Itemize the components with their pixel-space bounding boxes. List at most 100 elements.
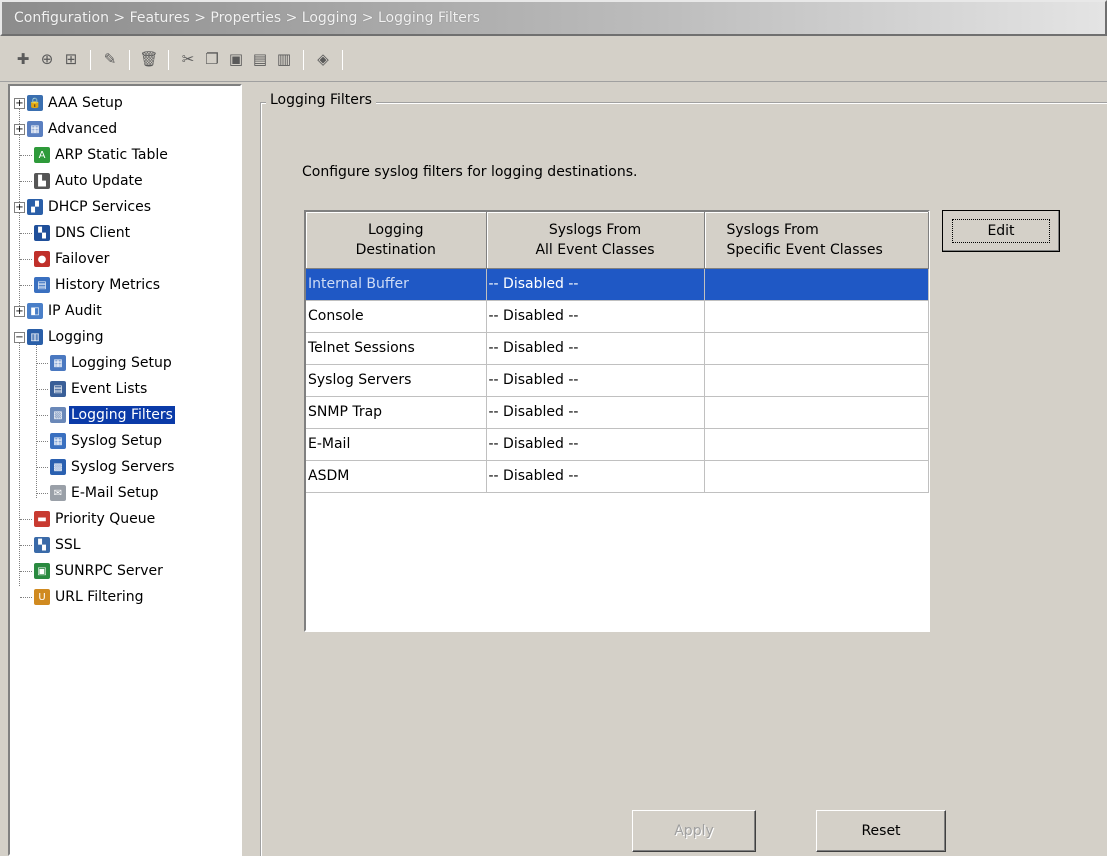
auto-update-icon: ▙ — [34, 173, 50, 189]
all-event-classes-cell: -- Disabled -- — [486, 300, 705, 333]
table-row[interactable]: Telnet Sessions -- Disabled -- — [306, 332, 929, 365]
expand-icon[interactable]: + — [14, 201, 25, 213]
find-icon[interactable]: ◈ — [312, 48, 334, 72]
specific-event-classes-cell — [704, 364, 929, 397]
tree-item-ip-audit[interactable]: + ◧ IP Audit — [14, 298, 240, 324]
tree-item-failover[interactable]: ● Failover — [14, 246, 240, 272]
destination-cell: Syslog Servers — [306, 364, 487, 397]
event-lists-icon: ▤ — [50, 381, 66, 397]
table-row[interactable]: Syslog Servers -- Disabled -- — [306, 364, 929, 397]
advanced-icon: ▦ — [27, 121, 43, 137]
all-event-classes-cell: -- Disabled -- — [486, 332, 705, 365]
all-event-classes-cell: -- Disabled -- — [486, 428, 705, 461]
table-row[interactable]: Internal Buffer -- Disabled -- — [306, 268, 929, 301]
tree-item-arp-static-table[interactable]: A ARP Static Table — [14, 142, 240, 168]
table-row[interactable]: SNMP Trap -- Disabled -- — [306, 396, 929, 429]
tree-item-syslog-setup[interactable]: ▦ Syslog Setup — [14, 428, 240, 454]
apply-button[interactable]: Apply — [632, 810, 756, 852]
all-event-classes-cell: -- Disabled -- — [486, 396, 705, 429]
url-icon: U — [34, 589, 50, 605]
history-icon: ▤ — [34, 277, 50, 293]
expand-icon[interactable]: + — [14, 305, 25, 317]
tree-item-syslog-servers[interactable]: ▩ Syslog Servers — [14, 454, 240, 480]
expand-icon[interactable]: + — [14, 123, 25, 135]
logging-filters-table[interactable]: Logging Destination Syslogs From All Eve… — [304, 210, 930, 632]
delete-icon[interactable]: 🗑 — [138, 48, 160, 72]
destination-cell: SNMP Trap — [306, 396, 487, 429]
destination-cell: ASDM — [306, 460, 487, 493]
tree-item-ssl[interactable]: ▚ SSL — [14, 532, 240, 558]
tree-item-dns-client[interactable]: ▚ DNS Client — [14, 220, 240, 246]
dhcp-icon: ▞ — [27, 199, 43, 215]
paste-icon[interactable]: ▣ — [225, 48, 247, 72]
email-icon: ✉ — [50, 485, 66, 501]
table-row[interactable]: ASDM -- Disabled -- — [306, 460, 929, 493]
column-header-destination[interactable]: Logging Destination — [306, 212, 487, 269]
expand-icon[interactable]: + — [14, 97, 25, 109]
table-row[interactable]: Console -- Disabled -- — [306, 300, 929, 333]
collapse-icon[interactable]: − — [14, 331, 25, 343]
dns-icon: ▚ — [34, 225, 50, 241]
specific-event-classes-cell — [704, 300, 929, 333]
tree-item-priority-queue[interactable]: ▬ Priority Queue — [14, 506, 240, 532]
insert-after-icon[interactable]: ⊞ — [60, 48, 82, 72]
destination-cell: Telnet Sessions — [306, 332, 487, 365]
column-header-all-event-classes[interactable]: Syslogs From All Event Classes — [486, 212, 705, 269]
tree-item-email-setup[interactable]: ✉ E-Mail Setup — [14, 480, 240, 506]
add-icon[interactable]: ✚ — [12, 48, 34, 72]
logging-setup-icon: ▦ — [50, 355, 66, 371]
destination-cell: Console — [306, 300, 487, 333]
toolbar: ✚ ⊕ ⊞ ✎ 🗑 ✂ ❐ ▣ ▤ ▥ ◈ — [0, 38, 1107, 82]
copy-icon[interactable]: ❐ — [201, 48, 223, 72]
tree-item-aaa-setup[interactable]: + 🔒 AAA Setup — [14, 90, 240, 116]
column-header-specific-event-classes[interactable]: Syslogs From Specific Event Classes — [704, 212, 929, 269]
tree-item-sunrpc-server[interactable]: ▣ SUNRPC Server — [14, 558, 240, 584]
edit-button[interactable]: Edit — [942, 210, 1060, 252]
all-event-classes-cell: -- Disabled -- — [486, 364, 705, 397]
toolbar-separator — [168, 49, 169, 70]
lock-icon: 🔒 — [27, 95, 43, 111]
ip-audit-icon: ◧ — [27, 303, 43, 319]
navigation-tree[interactable]: + 🔒 AAA Setup + ▦ Advanced A ARP Static … — [8, 84, 242, 856]
syslog-setup-icon: ▦ — [50, 433, 66, 449]
tree-item-history-metrics[interactable]: ▤ History Metrics — [14, 272, 240, 298]
specific-event-classes-cell — [704, 396, 929, 429]
cut-icon[interactable]: ✂ — [177, 48, 199, 72]
tree-item-logging-setup[interactable]: ▦ Logging Setup — [14, 350, 240, 376]
toolbar-separator — [90, 49, 91, 70]
sunrpc-icon: ▣ — [34, 563, 50, 579]
toolbar-separator — [129, 49, 130, 70]
logging-icon: ▥ — [27, 329, 43, 345]
paste-after-icon[interactable]: ▥ — [273, 48, 295, 72]
failover-icon: ● — [34, 251, 50, 267]
specific-event-classes-cell — [704, 460, 929, 493]
page-description: Configure syslog filters for logging des… — [302, 164, 638, 180]
specific-event-classes-cell — [704, 332, 929, 365]
all-event-classes-cell: -- Disabled -- — [486, 268, 705, 301]
reset-button[interactable]: Reset — [816, 810, 946, 852]
table-header-row: Logging Destination Syslogs From All Eve… — [306, 212, 929, 269]
toolbar-separator — [303, 49, 304, 70]
insert-before-icon[interactable]: ⊕ — [36, 48, 58, 72]
tree-item-dhcp-services[interactable]: + ▞ DHCP Services — [14, 194, 240, 220]
tree-item-event-lists[interactable]: ▤ Event Lists — [14, 376, 240, 402]
tree-item-url-filtering[interactable]: U URL Filtering — [14, 584, 240, 610]
tree-item-auto-update[interactable]: ▙ Auto Update — [14, 168, 240, 194]
tree-item-advanced[interactable]: + ▦ Advanced — [14, 116, 240, 142]
edit-icon[interactable]: ✎ — [99, 48, 121, 72]
group-title: Logging Filters — [266, 92, 376, 108]
specific-event-classes-cell — [704, 428, 929, 461]
ssl-icon: ▚ — [34, 537, 50, 553]
tree-item-logging[interactable]: − ▥ Logging — [14, 324, 240, 350]
syslog-servers-icon: ▩ — [50, 459, 66, 475]
specific-event-classes-cell — [704, 268, 929, 301]
destination-cell: E-Mail — [306, 428, 487, 461]
table-row[interactable]: E-Mail -- Disabled -- — [306, 428, 929, 461]
destination-cell: Internal Buffer — [306, 268, 487, 301]
logging-filters-icon: ▧ — [50, 407, 66, 423]
tree-item-logging-filters[interactable]: ▧ Logging Filters — [14, 402, 240, 428]
breadcrumb: Configuration > Features > Properties > … — [0, 0, 1107, 36]
toolbar-separator — [342, 49, 343, 70]
arp-icon: A — [34, 147, 50, 163]
paste-before-icon[interactable]: ▤ — [249, 48, 271, 72]
